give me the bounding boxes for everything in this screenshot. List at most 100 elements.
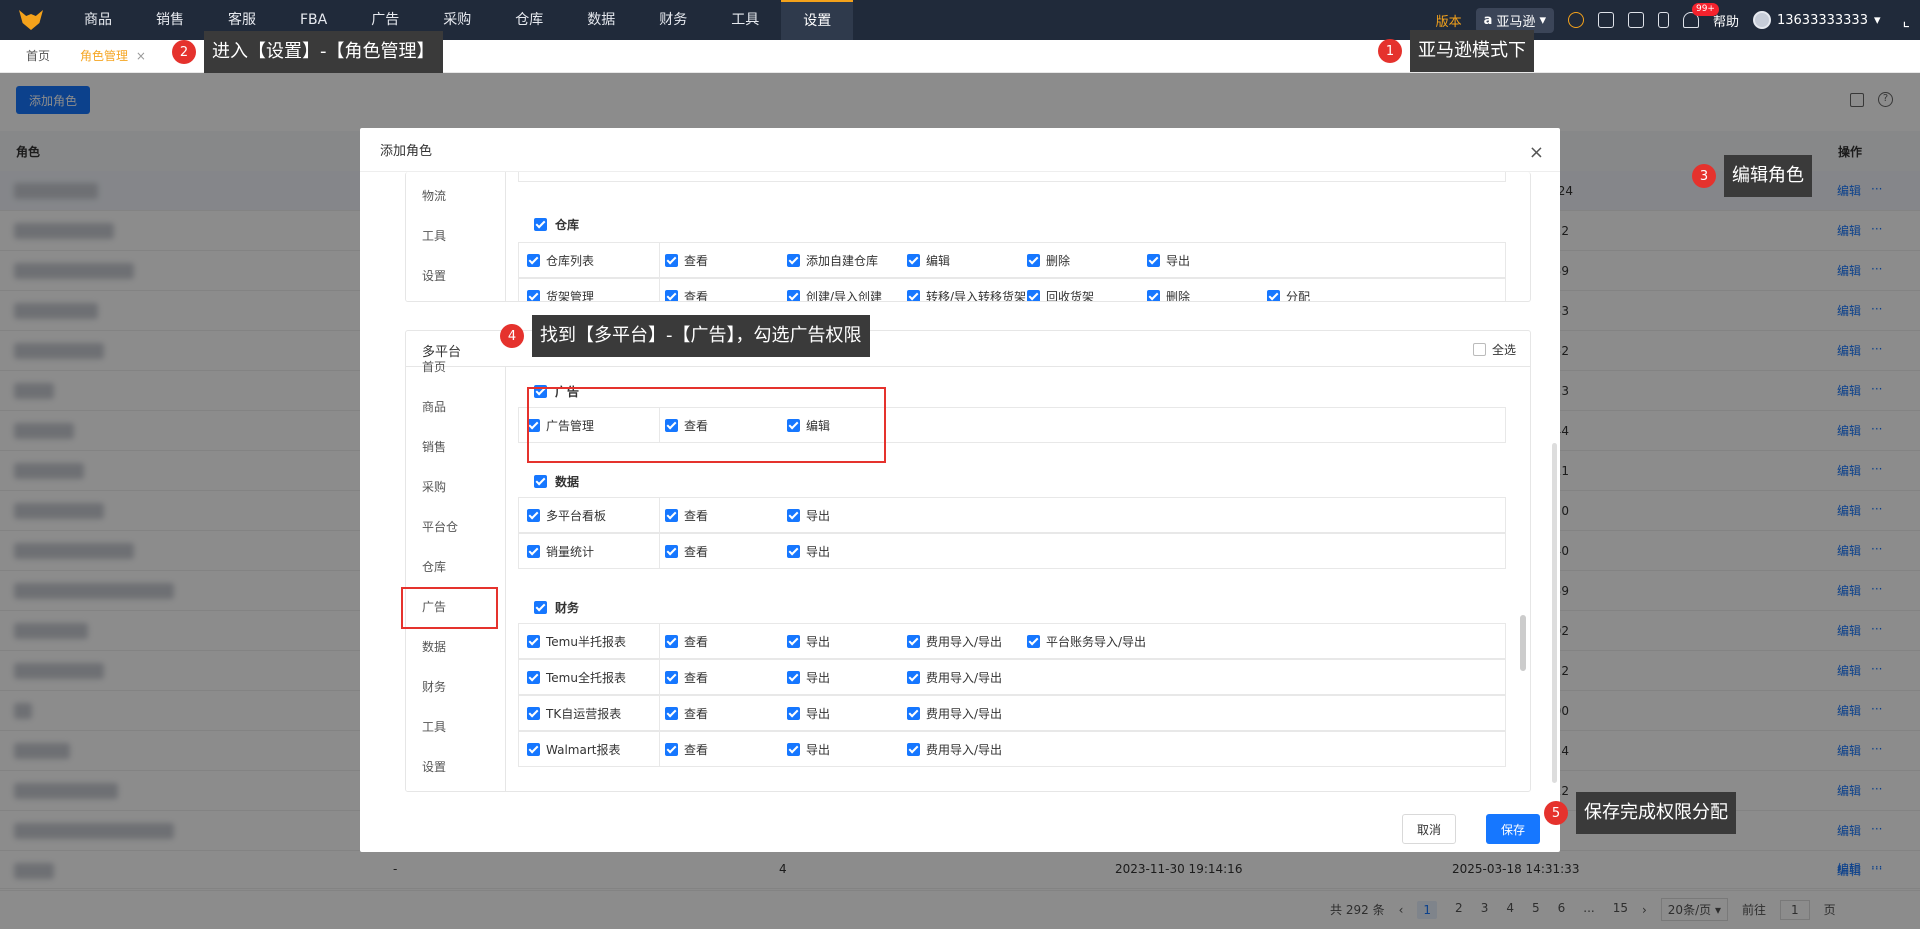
checkbox[interactable] [907, 253, 920, 267]
nav-item[interactable]: 设置 [781, 0, 854, 40]
checkbox[interactable] [527, 706, 540, 720]
tab-role-management[interactable]: 角色管理 × [68, 40, 158, 73]
checkbox[interactable] [787, 670, 800, 684]
checkbox[interactable] [907, 634, 920, 648]
sidebar-item[interactable]: 财务 [406, 667, 505, 707]
permission-label: 编辑 [926, 253, 951, 268]
nav-item[interactable]: 工具 [709, 0, 781, 40]
cancel-button[interactable]: 取消 [1402, 814, 1456, 844]
checkbox[interactable] [665, 706, 678, 720]
close-icon[interactable]: × [1529, 142, 1544, 163]
checkbox[interactable] [787, 508, 800, 522]
checkbox[interactable] [665, 742, 678, 756]
checkbox[interactable] [665, 634, 678, 648]
sidebar-item[interactable]: 数据 [406, 627, 505, 667]
checkbox[interactable] [907, 742, 920, 756]
save-button[interactable]: 保存 [1486, 814, 1540, 844]
permission-label: 查看 [684, 508, 709, 523]
sidebar-item[interactable]: 采购 [406, 467, 505, 507]
checkbox[interactable] [527, 670, 540, 684]
sidebar-item[interactable]: 平台仓 [406, 507, 505, 547]
bell-icon[interactable]: 99+ [1682, 3, 1719, 28]
permission-item-name: Temu半托报表 [546, 634, 626, 649]
checkbox[interactable] [665, 508, 678, 522]
sidebar-item[interactable]: 商品 [406, 387, 505, 427]
add-role-modal: 添加角色 × 物流 工具 设置 仓库 仓库列表 查看 添加自建仓库 编辑 删除 导出 货架管理查… [360, 128, 1560, 852]
sidebar-item[interactable]: 设置 [406, 747, 505, 787]
checkbox[interactable] [787, 706, 800, 720]
customer-service-icon[interactable] [1567, 12, 1584, 28]
checkbox[interactable] [665, 670, 678, 684]
scrollbar[interactable] [1520, 615, 1526, 671]
checkbox[interactable] [527, 289, 540, 301]
checkbox[interactable] [1027, 634, 1040, 648]
module-sidebar: 首页 商品 销售 采购 平台仓 仓库 广告 数据 财务 工具 设置 [406, 360, 506, 791]
checkbox[interactable] [907, 706, 920, 720]
version-link[interactable]: 版本 [1436, 11, 1462, 30]
step-label: 编辑角色 [1724, 155, 1812, 197]
sidebar-item[interactable]: 物流 [406, 176, 505, 216]
checkbox[interactable] [527, 634, 540, 648]
checkbox[interactable] [907, 670, 920, 684]
permission-label: 费用导入/导出 [926, 742, 1003, 757]
mobile-icon[interactable] [1657, 12, 1669, 28]
permission-label: 查看 [684, 670, 709, 685]
checkbox[interactable] [1267, 289, 1280, 301]
step-number: 5 [1544, 801, 1568, 825]
checkbox[interactable] [787, 289, 800, 301]
amazon-icon: a [1483, 12, 1493, 28]
checkbox[interactable] [1472, 343, 1486, 356]
step-label: 保存完成权限分配 [1576, 792, 1736, 834]
checkbox[interactable] [787, 634, 800, 648]
permission-row: 销量统计 查看 导出 [518, 533, 1506, 569]
nav-item[interactable]: 商品 [62, 0, 134, 40]
logo[interactable] [0, 0, 62, 40]
close-icon[interactable]: × [136, 49, 146, 63]
permission-row: TK自运营报表 查看 导出 费用导入/导出 [518, 695, 1506, 731]
permission-item-name: Temu全托报表 [546, 670, 626, 685]
select-all[interactable]: 全选 [1472, 341, 1516, 358]
checkbox[interactable] [787, 544, 800, 558]
checkbox[interactable] [527, 544, 540, 558]
checkbox[interactable] [527, 508, 540, 522]
sidebar-item[interactable]: 仓库 [406, 547, 505, 587]
checkbox[interactable] [907, 289, 920, 301]
sidebar-item[interactable]: 销售 [406, 427, 505, 467]
permission-label: 导出 [1166, 253, 1191, 268]
sidebar-item[interactable]: 工具 [406, 216, 505, 256]
nav-item[interactable]: 数据 [565, 0, 637, 40]
checkbox[interactable] [665, 289, 678, 301]
checkbox[interactable] [1147, 253, 1160, 267]
step-number: 4 [500, 324, 524, 348]
checkbox[interactable] [527, 742, 540, 756]
checkbox[interactable] [534, 217, 547, 231]
user-menu[interactable]: 13633333333 ▾ [1752, 11, 1881, 29]
tab-label: 角色管理 [80, 48, 129, 63]
task-list-icon[interactable] [1627, 12, 1644, 28]
checkbox[interactable] [665, 544, 678, 558]
permission-item-name: 销量统计 [546, 544, 595, 559]
checkbox[interactable] [534, 474, 547, 488]
download-icon[interactable] [1597, 12, 1614, 28]
checkbox[interactable] [534, 600, 547, 614]
platform-switch[interactable]: a 亚马逊 ▾ [1475, 7, 1554, 33]
sidebar-item[interactable]: 首页 [406, 347, 505, 387]
group-title: 财务 [555, 600, 580, 615]
checkbox[interactable] [787, 253, 800, 267]
permission-row: Walmart报表 查看 导出 费用导入/导出 [518, 731, 1506, 767]
nav-item[interactable]: 财务 [637, 0, 709, 40]
tab-home[interactable]: 首页 [14, 40, 62, 73]
sidebar-item[interactable]: 工具 [406, 707, 505, 747]
nav-item[interactable]: 仓库 [493, 0, 565, 40]
checkbox[interactable] [665, 253, 678, 267]
modal-scrollbar[interactable] [1552, 443, 1557, 783]
checkbox[interactable] [1027, 289, 1040, 301]
checkbox[interactable] [527, 253, 540, 267]
checkbox[interactable] [1147, 289, 1160, 301]
fullscreen-icon[interactable]: ⌞ [1903, 11, 1911, 30]
user-name: 13633333333 [1776, 12, 1868, 28]
permission-label: 分配 [1286, 289, 1311, 302]
checkbox[interactable] [787, 742, 800, 756]
checkbox[interactable] [1027, 253, 1040, 267]
sidebar-item[interactable]: 设置 [406, 256, 505, 296]
